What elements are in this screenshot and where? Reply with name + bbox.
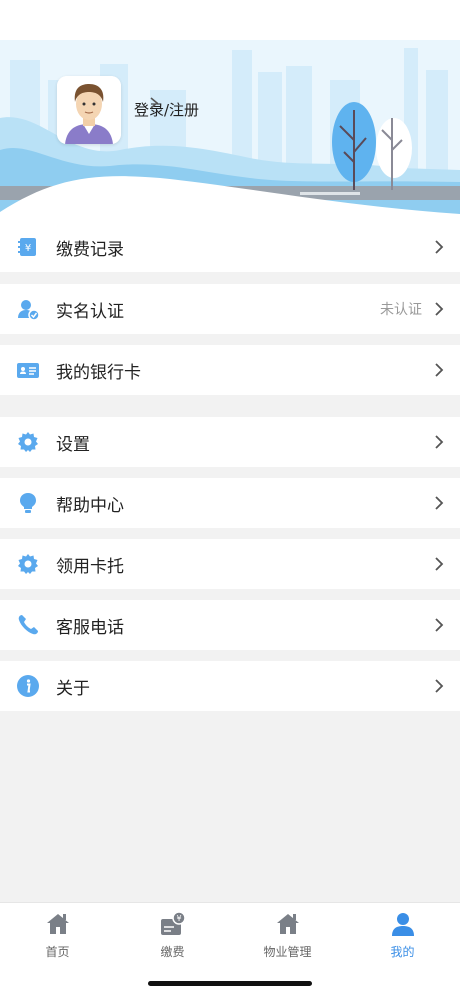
menu-item-bank-cards[interactable]: 我的银行卡 — [0, 345, 460, 395]
chevron-right-icon — [435, 557, 444, 571]
menu-item-real-name-verify[interactable]: 实名认证 未认证 — [0, 284, 460, 334]
chevron-right-icon — [435, 679, 444, 693]
gear-icon — [18, 432, 38, 452]
menu-item-help-center[interactable]: 帮助中心 — [0, 478, 460, 528]
menu-item-label: 缴费记录 — [56, 239, 124, 260]
menu-item-about[interactable]: 关于 — [0, 661, 460, 711]
chevron-right-icon — [435, 302, 444, 316]
home-icon — [46, 914, 69, 934]
info-icon — [17, 675, 39, 697]
tab-home[interactable]: 首页 — [0, 911, 115, 971]
verification-status: 未认证 — [380, 302, 422, 318]
tab-payment[interactable]: ¥ 缴费 — [115, 911, 230, 971]
menu-item-label: 我的银行卡 — [56, 362, 141, 383]
chevron-right-icon — [435, 363, 444, 377]
profile-banner: 登录/注册 — [0, 0, 460, 222]
home-indicator — [148, 981, 312, 986]
bank-card-icon — [17, 363, 39, 378]
chevron-right-icon — [435, 435, 444, 449]
tab-label: 我的 — [390, 945, 415, 959]
verify-user-icon — [18, 300, 40, 321]
tab-mine[interactable]: 我的 — [345, 911, 460, 971]
menu-item-label: 帮助中心 — [56, 495, 124, 516]
menu-item-payment-records[interactable]: ¥ 缴费记录 — [0, 222, 460, 272]
payment-record-icon: ¥ — [18, 238, 36, 256]
avatar[interactable] — [57, 76, 121, 144]
lightbulb-icon — [20, 493, 36, 513]
menu-item-label: 关于 — [56, 678, 90, 699]
chevron-right-icon — [150, 97, 159, 109]
menu-item-card-holder[interactable]: 领用卡托 — [0, 539, 460, 589]
avatar-illustration-icon — [57, 76, 121, 144]
menu-item-label: 实名认证 — [56, 301, 124, 322]
phone-icon — [18, 615, 38, 635]
svg-text:¥: ¥ — [176, 914, 181, 923]
menu-item-label: 设置 — [56, 434, 90, 455]
chevron-right-icon — [435, 240, 444, 254]
property-icon — [276, 914, 299, 934]
menu-item-label: 领用卡托 — [56, 556, 124, 577]
chevron-right-icon — [435, 496, 444, 510]
chevron-right-icon — [435, 618, 444, 632]
tab-label: 物业管理 — [263, 945, 312, 959]
tab-property-management[interactable]: 物业管理 — [230, 911, 345, 971]
gear-icon — [18, 554, 38, 574]
menu-item-label: 客服电话 — [56, 617, 124, 638]
bill-icon: ¥ — [160, 911, 186, 935]
user-icon — [391, 913, 414, 936]
tab-label: 首页 — [45, 945, 70, 959]
menu-item-settings[interactable]: 设置 — [0, 417, 460, 467]
login-register-label: 登录/注册 — [134, 100, 200, 119]
svg-text:¥: ¥ — [25, 243, 31, 254]
login-register-link[interactable]: 登录/注册 — [134, 96, 199, 122]
menu-item-customer-service-phone[interactable]: 客服电话 — [0, 600, 460, 650]
tab-label: 缴费 — [160, 945, 185, 959]
